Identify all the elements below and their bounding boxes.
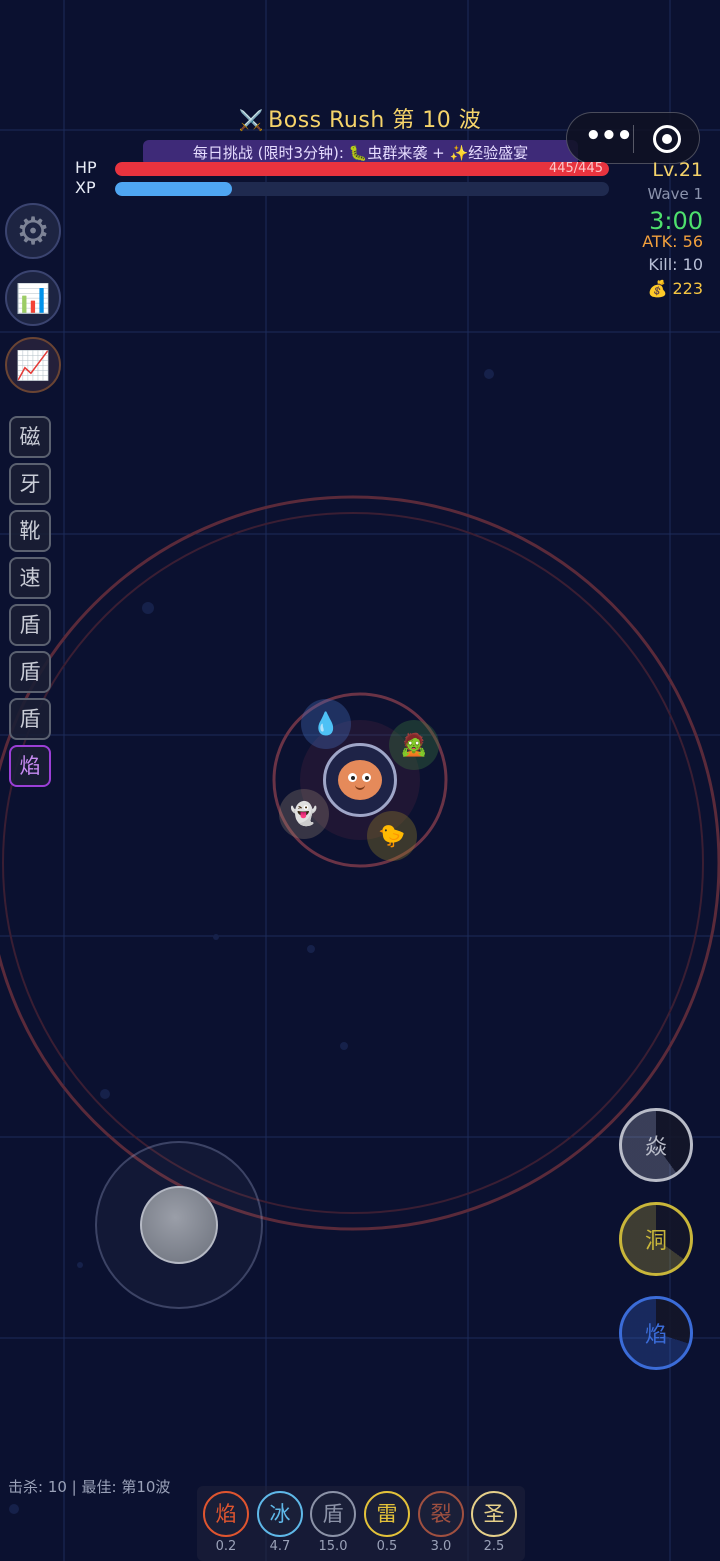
skill-tag-shield-3[interactable]: 盾	[9, 698, 51, 740]
skill-tag-shield-2[interactable]: 盾	[9, 651, 51, 693]
hp-label: HP	[75, 158, 97, 177]
settings-button[interactable]: ⚙	[5, 203, 61, 259]
swords-icon: ⚔️	[238, 108, 265, 132]
target-icon[interactable]	[653, 125, 681, 153]
kill-text: Kill: 10	[648, 255, 703, 274]
bee-orb: 🐤	[367, 811, 417, 861]
wave-text: Wave 1	[647, 185, 703, 203]
element-thunder[interactable]: 雷	[364, 1491, 410, 1537]
bar-chart-icon: 📊	[15, 281, 51, 315]
skill-tag-fang[interactable]: 牙	[9, 463, 51, 505]
gold-text: 💰 223	[647, 279, 703, 298]
timer-text: 3:00	[649, 207, 703, 235]
gear-icon: ⚙	[15, 209, 51, 253]
wave-title-text: Boss Rush 第 10 波	[268, 108, 482, 133]
ghost-icon: 👻	[290, 801, 318, 827]
ghost-orb: 👻	[279, 789, 329, 839]
element-flame[interactable]: 焰	[203, 1491, 249, 1537]
element-shield-value: 15.0	[318, 1539, 348, 1554]
bee-icon: 🐤	[378, 823, 406, 849]
kill-best-summary: 击杀: 10 | 最佳: 第10波	[8, 1478, 171, 1496]
skill-label-flame: 焰	[644, 1323, 667, 1348]
element-holy[interactable]: 圣	[471, 1491, 517, 1537]
capsule-divider	[633, 125, 634, 153]
element-shield[interactable]: 盾	[310, 1491, 356, 1537]
water-drop-icon: 💧	[312, 711, 340, 737]
xp-label: XP	[75, 178, 96, 197]
joystick-knob[interactable]	[140, 1186, 218, 1264]
skill-label-hole: 洞	[644, 1229, 667, 1254]
xp-bar	[115, 182, 609, 196]
skill-label-blaze: 焱	[644, 1135, 667, 1160]
more-button[interactable]: •••	[585, 123, 633, 151]
skill-tag-shield-1[interactable]: 盾	[9, 604, 51, 646]
water-drop-orb: 💧	[301, 699, 351, 749]
plant-monster-icon: 🧟	[400, 732, 428, 758]
plant-orb: 🧟	[389, 720, 439, 770]
hp-value: 445/445	[548, 161, 603, 176]
skill-button-flame[interactable]: 焰	[619, 1296, 693, 1370]
player-mouth	[355, 785, 365, 790]
element-rift[interactable]: 裂	[418, 1491, 464, 1537]
level-text: Lv.21	[652, 159, 703, 181]
player-face	[338, 760, 382, 800]
player-eye-right	[362, 773, 371, 782]
hp-bar-fill	[115, 162, 609, 176]
atk-text: ATK: 56	[642, 232, 703, 251]
trend-chart-icon: 📈	[15, 348, 51, 382]
element-flame-value: 0.2	[215, 1539, 237, 1554]
hp-bar	[115, 162, 609, 176]
skill-tag-flame[interactable]: 焰	[9, 745, 51, 787]
element-ice[interactable]: 冰	[257, 1491, 303, 1537]
skill-tag-magnet[interactable]: 磁	[9, 416, 51, 458]
mini-program-capsule: •••	[566, 112, 700, 164]
player-eye-left	[348, 773, 357, 782]
element-holy-value: 2.5	[483, 1539, 505, 1554]
skill-button-hole[interactable]: 洞	[619, 1202, 693, 1276]
player-character	[323, 743, 397, 817]
element-thunder-value: 0.5	[376, 1539, 398, 1554]
skill-tag-boots[interactable]: 靴	[9, 510, 51, 552]
element-rift-value: 3.0	[430, 1539, 452, 1554]
xp-bar-fill	[115, 182, 233, 196]
stats-button[interactable]: 📊	[5, 270, 61, 326]
skill-button-blaze[interactable]: 焱	[619, 1108, 693, 1182]
skill-tag-speed[interactable]: 速	[9, 557, 51, 599]
element-ice-value: 4.7	[269, 1539, 291, 1554]
trend-button[interactable]: 📈	[5, 337, 61, 393]
